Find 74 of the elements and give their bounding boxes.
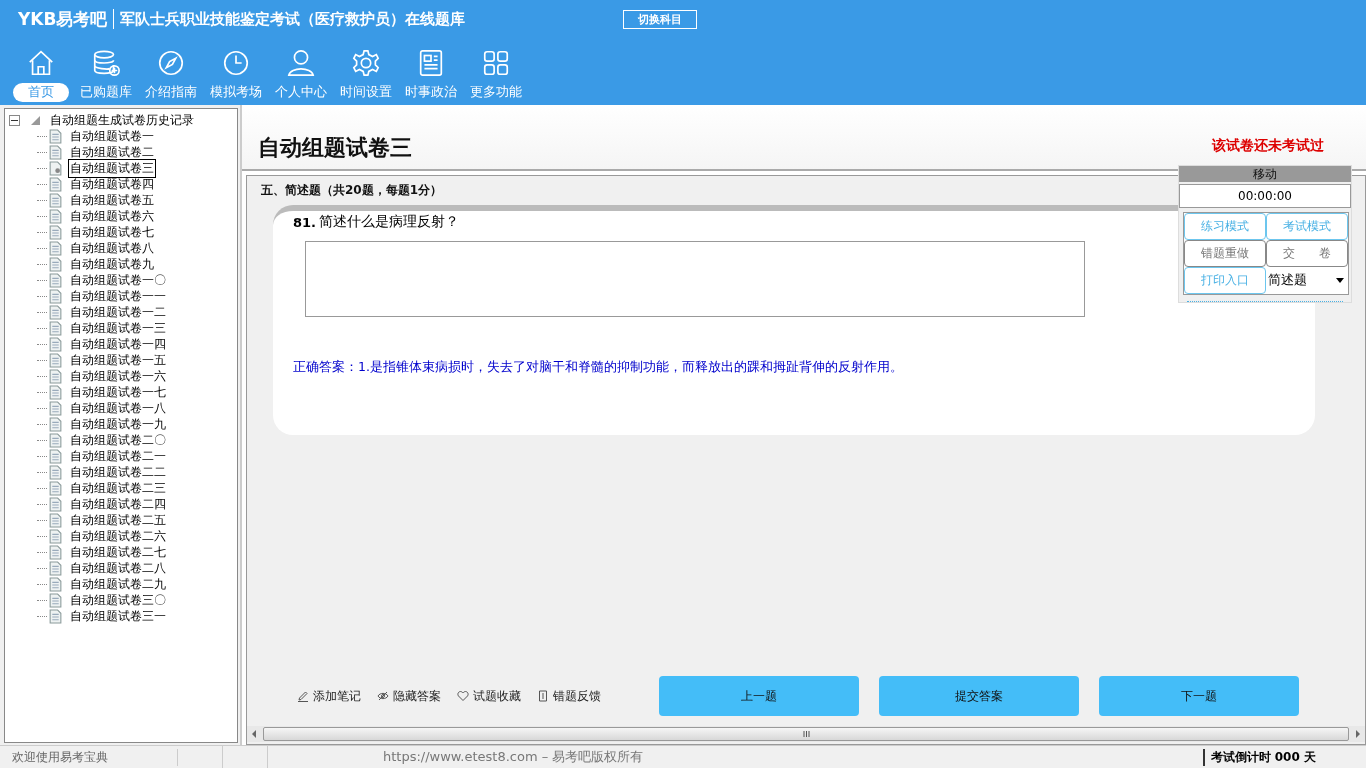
horizontal-scrollbar[interactable] [247, 726, 1365, 742]
document-icon [49, 480, 62, 496]
tree-item[interactable]: 自动组题试卷三 [68, 158, 156, 178]
scroll-left-icon[interactable] [251, 730, 257, 738]
toolbar-link[interactable]: 隐藏答案 [377, 687, 441, 705]
document-icon [49, 128, 62, 144]
document-icon [49, 320, 62, 336]
document-icon [49, 608, 62, 624]
logo: YKB易考吧 [18, 7, 108, 31]
toolbar-link[interactable]: 试题收藏 [457, 687, 521, 705]
app-title: 军队士兵职业技能鉴定考试（医疗救护员）在线题库 [120, 9, 466, 29]
paper-title: 自动组题试卷三 [258, 134, 412, 162]
toolbar-link[interactable]: 错题反馈 [537, 687, 601, 705]
scroll-right-icon[interactable] [1355, 730, 1361, 738]
folder-icon [30, 115, 40, 125]
question-text: 简述什么是病理反射？ [319, 213, 460, 231]
document-icon [49, 288, 62, 304]
document-icon [49, 496, 62, 512]
document-icon [49, 384, 62, 400]
exam-status: 该试卷还未考试过 [1212, 137, 1324, 155]
heart-icon [457, 690, 469, 702]
document-icon [49, 416, 62, 432]
document-icon [49, 256, 62, 272]
mode-button[interactable]: 错题重做 [1184, 240, 1266, 267]
home-icon[interactable] [26, 48, 56, 78]
compass-icon[interactable] [156, 48, 186, 78]
toolbar-link[interactable]: 添加笔记 [297, 687, 361, 705]
document-pin-icon [49, 160, 62, 176]
document-icon [537, 690, 549, 702]
correct-answer: 正确答案：1.是指锥体束病损时，失去了对脑干和脊髓的抑制功能，而释放出的踝和拇趾背伸的反射作用。 [293, 359, 904, 376]
timer-display: 00:00:00 [1179, 184, 1351, 208]
document-icon [49, 592, 62, 608]
document-icon [49, 352, 62, 368]
pencil-icon [297, 690, 309, 702]
document-icon [49, 528, 62, 544]
document-icon [49, 208, 62, 224]
document-icon [49, 224, 62, 240]
mode-button[interactable]: 交 卷 [1266, 240, 1348, 267]
grip-icon [802, 731, 810, 737]
document-icon [49, 448, 62, 464]
document-icon [49, 368, 62, 384]
document-icon [49, 272, 62, 288]
document-icon [49, 304, 62, 320]
section-heading: 五、简述题（共20题，每题1分） [261, 182, 443, 199]
grid-icon[interactable] [481, 48, 511, 78]
move-handle[interactable]: 移动 [1179, 166, 1351, 182]
user-icon[interactable] [286, 48, 316, 78]
document-icon [49, 336, 62, 352]
document-icon [49, 176, 62, 192]
document-icon [49, 544, 62, 560]
answer-box[interactable] [305, 241, 1085, 317]
document-icon [49, 192, 62, 208]
database-icon[interactable] [91, 48, 121, 78]
nav-button[interactable]: 上一题 [659, 676, 859, 716]
question-type-dropdown[interactable]: 简述题 [1266, 267, 1348, 294]
document-icon [49, 240, 62, 256]
settings-icon[interactable] [351, 48, 381, 78]
welcome-text: 欢迎使用易考宝典 [0, 748, 178, 766]
document-icon [49, 400, 62, 416]
countdown-text: 考试倒计时 000 天 [1202, 748, 1366, 766]
eye-icon [377, 690, 389, 702]
clock-icon[interactable] [221, 48, 251, 78]
question-number: 81. [293, 214, 317, 230]
collapse-toggle[interactable] [9, 114, 20, 126]
nav-button[interactable]: 提交答案 [879, 676, 1079, 716]
document-icon [49, 576, 62, 592]
document-icon [49, 144, 62, 160]
document-icon [49, 560, 62, 576]
document-icon [49, 512, 62, 528]
copyright-text: https://www.etest8.com – 易考吧版权所有 [383, 748, 644, 766]
nav-button[interactable]: 下一题 [1099, 676, 1299, 716]
document-icon [49, 432, 62, 448]
document-icon [49, 464, 62, 480]
caret-icon [1336, 278, 1344, 283]
